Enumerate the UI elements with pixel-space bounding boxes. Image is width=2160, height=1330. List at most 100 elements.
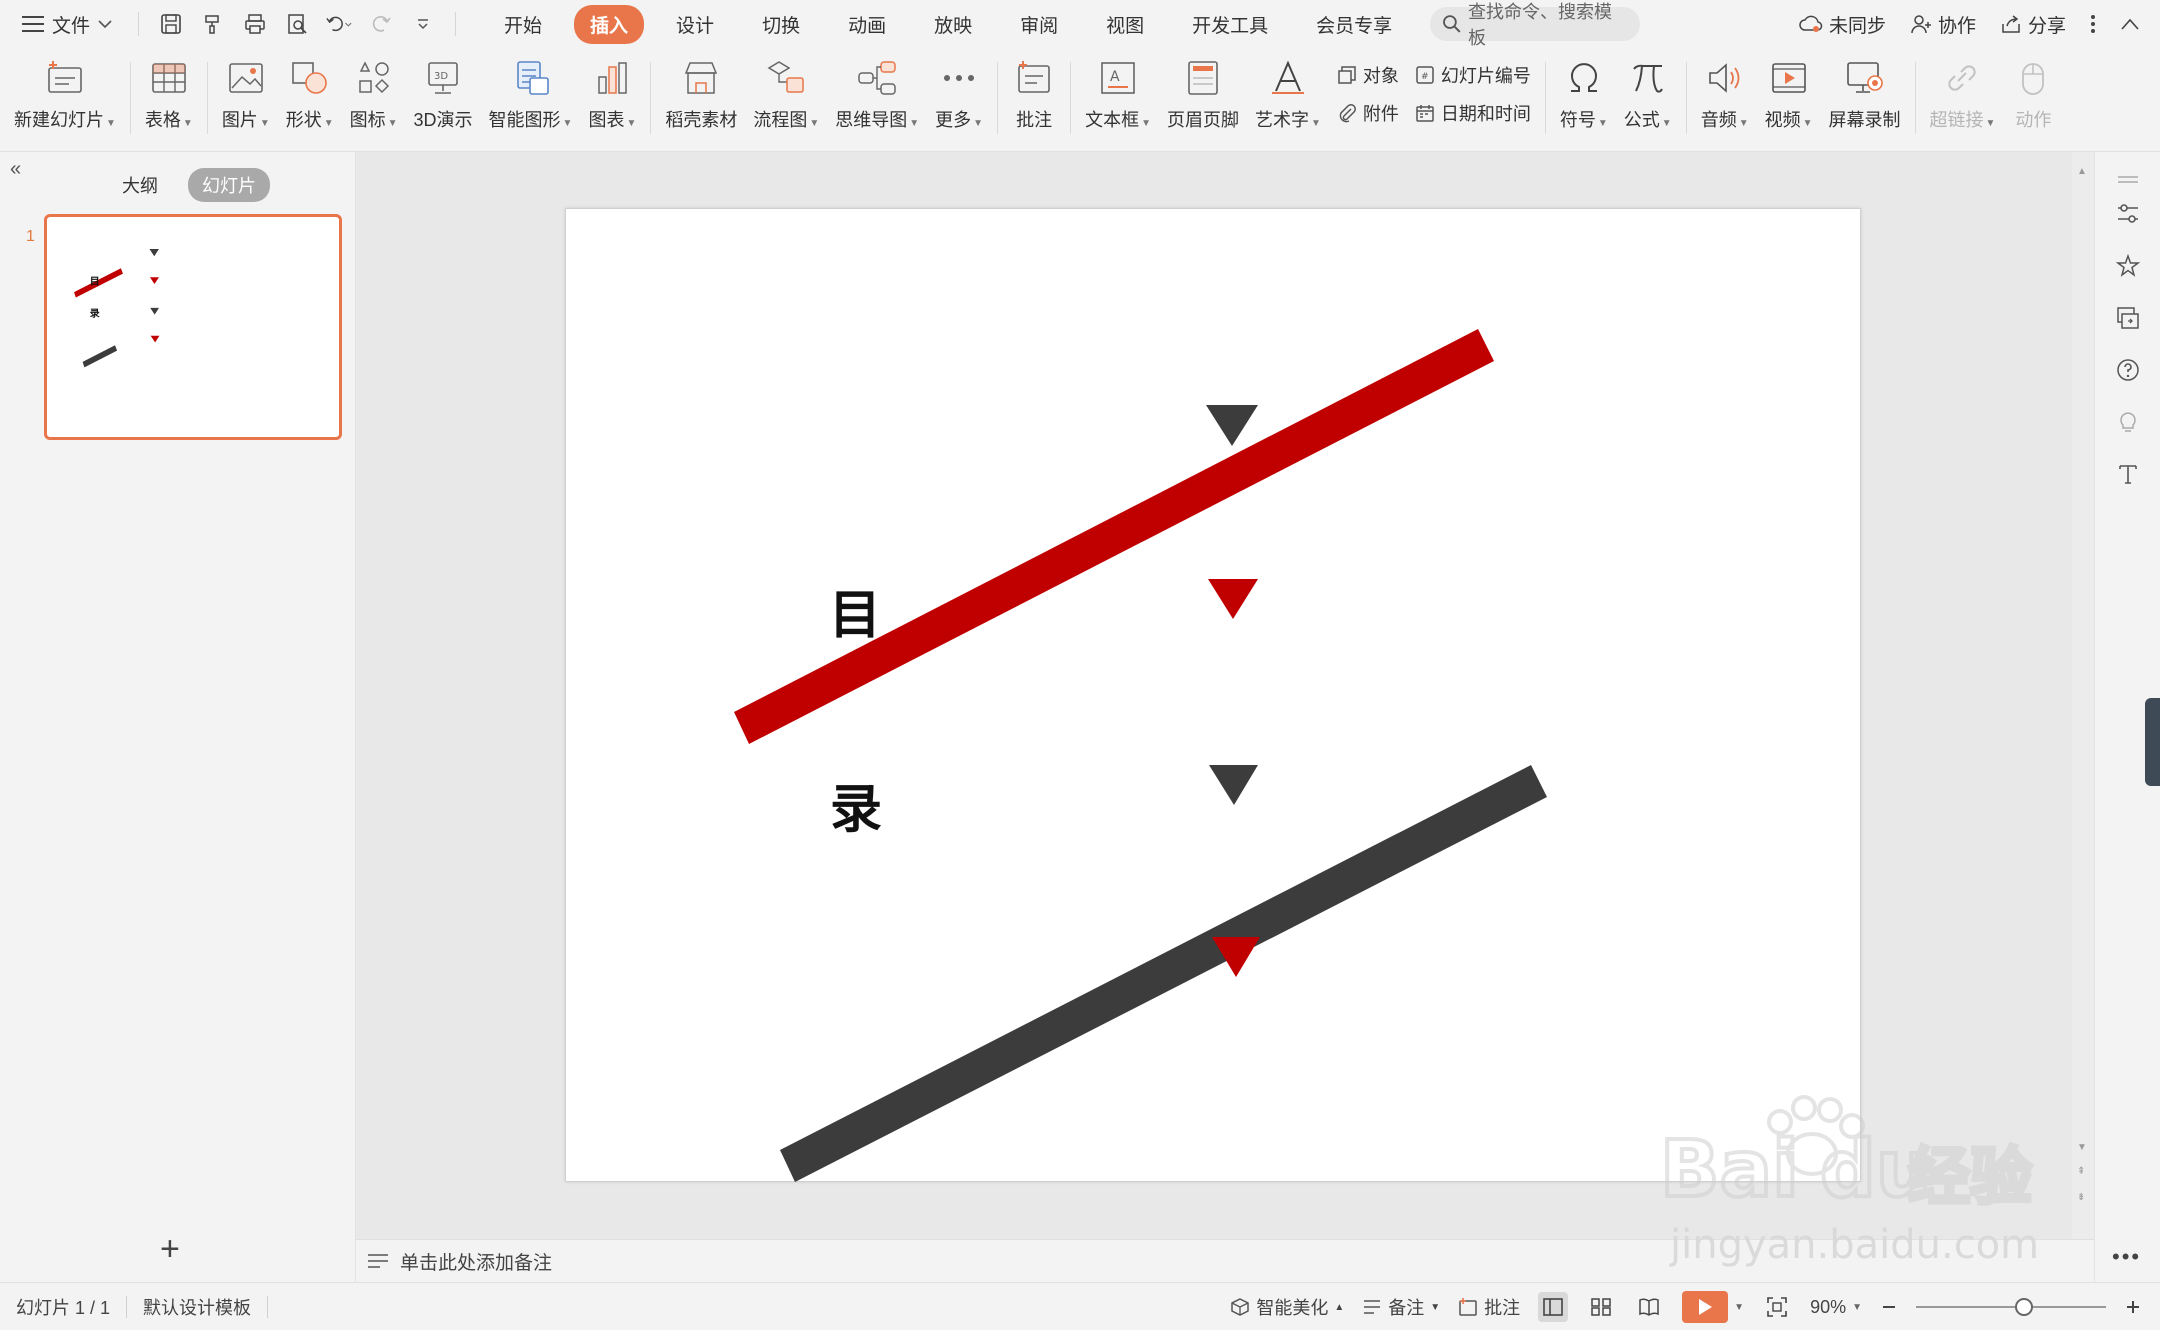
symbol-button[interactable]: 符号 ▼ <box>1552 56 1616 144</box>
customize-toolbar-icon[interactable] <box>409 10 437 38</box>
properties-icon[interactable] <box>2114 200 2142 228</box>
tab-developer[interactable]: 开发工具 <box>1176 5 1284 44</box>
add-slide-icon[interactable]: + <box>160 1232 180 1266</box>
collapse-ribbon-icon[interactable] <box>2120 17 2140 31</box>
save-icon[interactable] <box>157 10 185 38</box>
tab-member[interactable]: 会员专享 <box>1300 5 1408 44</box>
reading-view-button[interactable] <box>1634 1292 1664 1322</box>
share-button[interactable]: 分享 <box>2000 11 2066 38</box>
action-button[interactable]: 动作 <box>2003 56 2063 144</box>
zoom-level-dropdown[interactable]: 90% ▼ <box>1810 1297 1862 1318</box>
triangle-dark-2[interactable] <box>1209 765 1258 805</box>
tab-home[interactable]: 开始 <box>488 5 558 44</box>
tab-insert[interactable]: 插入 <box>574 4 645 44</box>
notes-toggle-button[interactable]: 备注 ▼ <box>1362 1294 1440 1320</box>
red-diagonal-bar[interactable] <box>734 329 1494 744</box>
new-slide-icon <box>48 61 82 93</box>
quick-access-toolbar <box>147 10 447 38</box>
screen-record-button[interactable]: 屏幕录制 <box>1821 56 1909 144</box>
attachment-label: 附件 <box>1362 104 1399 124</box>
undo-icon[interactable] <box>325 10 353 38</box>
prev-slide-icon[interactable]: ⇞ <box>2077 1166 2085 1177</box>
shape-button[interactable]: 形状 ▼ <box>278 56 342 144</box>
tab-animations[interactable]: 动画 <box>832 5 902 44</box>
print-icon[interactable] <box>241 10 269 38</box>
char-mu[interactable]: 目 <box>829 586 881 646</box>
notes-pane[interactable]: 单击此处添加备注 <box>356 1239 2094 1282</box>
zoom-in-button[interactable] <box>2124 1298 2142 1316</box>
help-icon[interactable] <box>2114 356 2142 384</box>
animation-star-icon[interactable] <box>2114 252 2142 280</box>
slideshow-play-button[interactable]: ▼ <box>1682 1291 1744 1323</box>
mindmap-button[interactable]: 思维导图 ▼ <box>827 56 927 144</box>
triangle-red-1[interactable] <box>1208 579 1258 619</box>
smart-graphic-icon <box>516 61 549 95</box>
redo-icon[interactable] <box>367 10 395 38</box>
header-footer-button[interactable]: 页眉页脚 <box>1159 56 1247 144</box>
side-panel-handle[interactable] <box>2145 698 2160 786</box>
slide-number-icon: # <box>1416 66 1434 84</box>
format-painter-icon[interactable] <box>199 10 227 38</box>
chart-button[interactable]: 图表 ▼ <box>580 56 644 144</box>
new-slide-button[interactable]: 新建幻灯片 ▼ <box>6 56 124 144</box>
zoom-out-button[interactable] <box>1880 1298 1898 1316</box>
sidebar-more-icon[interactable]: ••• <box>2112 1244 2141 1270</box>
picture-button[interactable]: 图片 ▼ <box>214 56 278 144</box>
zoom-slider-handle[interactable] <box>2015 1298 2034 1316</box>
object-button[interactable]: 对象 <box>1337 62 1399 88</box>
scroll-down-icon[interactable]: ▼ <box>2077 1142 2087 1153</box>
file-menu[interactable]: 文件 <box>0 0 130 48</box>
material-button[interactable]: 稻壳素材 <box>657 56 745 144</box>
command-search[interactable]: 查找命令、搜索模板 <box>1430 2 1641 48</box>
slide-canvas[interactable]: 目 录 <box>565 208 1861 1182</box>
datetime-button[interactable]: 日期和时间 <box>1415 100 1531 126</box>
lightbulb-icon[interactable] <box>2114 408 2142 436</box>
transition-icon[interactable] <box>2114 304 2142 332</box>
video-button[interactable]: 视频 ▼ <box>1757 56 1821 144</box>
tab-slides[interactable]: 幻灯片 <box>188 168 270 202</box>
tab-review[interactable]: 审阅 <box>1004 5 1074 44</box>
fit-window-button[interactable] <box>1762 1292 1792 1322</box>
dark-diagonal-bar[interactable] <box>780 765 1547 1182</box>
smart-graphic-button[interactable]: 智能图形 ▼ <box>481 56 581 144</box>
hyperlink-button[interactable]: 超链接 ▼ <box>1922 56 2004 144</box>
normal-view-button[interactable] <box>1538 1292 1569 1322</box>
tab-slideshow[interactable]: 放映 <box>918 5 988 44</box>
slide-thumbnail[interactable]: 目 录 <box>44 214 342 440</box>
sync-status[interactable]: 未同步 <box>1799 11 1886 38</box>
table-button[interactable]: 表格 ▼ <box>137 56 201 144</box>
scroll-up-icon[interactable]: ▲ <box>2077 166 2087 177</box>
wordart-button[interactable]: 艺术字 ▼ <box>1247 56 1329 144</box>
collaborate-button[interactable]: 协作 <box>1910 11 1976 38</box>
header-footer-label: 页眉页脚 <box>1166 110 1239 130</box>
zoom-slider[interactable] <box>1916 1298 2106 1316</box>
tab-design[interactable]: 设计 <box>660 5 730 44</box>
smart-beautify-button[interactable]: 智能美化 ▲ <box>1230 1294 1344 1320</box>
slide-sorter-button[interactable] <box>1586 1292 1616 1322</box>
more-menu-icon[interactable] <box>2090 14 2096 34</box>
3d-presentation-button[interactable]: 3D 3D演示 <box>406 56 481 144</box>
tab-transitions[interactable]: 切换 <box>746 5 816 44</box>
sidebar-drag-icon[interactable] <box>2114 166 2142 194</box>
print-preview-icon[interactable] <box>283 10 311 38</box>
triangle-dark-1[interactable] <box>1206 405 1258 446</box>
formula-button[interactable]: 公式 ▼ <box>1616 56 1680 144</box>
tab-outline[interactable]: 大纲 <box>108 168 172 202</box>
vertical-scrollbar[interactable]: ▲ ▼ ⇞ ⇟ <box>2072 152 2094 1239</box>
more-button[interactable]: 更多 ▼ <box>927 56 991 144</box>
attachment-button[interactable]: 附件 <box>1337 100 1399 126</box>
thumb-dark-bar <box>82 345 118 368</box>
comment-button[interactable]: 批注 <box>1004 56 1064 144</box>
char-lu[interactable]: 录 <box>830 780 882 840</box>
template-name[interactable]: 默认设计模板 <box>143 1294 251 1320</box>
audio-button[interactable]: 音频 ▼ <box>1693 56 1757 144</box>
text-format-icon[interactable] <box>2114 460 2142 488</box>
mindmap-label: 思维导图 <box>835 110 908 130</box>
textbox-button[interactable]: A 文本框 ▼ <box>1077 56 1159 144</box>
flowchart-button[interactable]: 流程图 ▼ <box>745 56 827 144</box>
next-slide-icon[interactable]: ⇟ <box>2077 1192 2085 1203</box>
tab-view[interactable]: 视图 <box>1090 5 1160 44</box>
comments-toggle-button[interactable]: 批注 <box>1458 1294 1520 1320</box>
slide-number-button[interactable]: # 幻灯片编号 <box>1415 62 1531 88</box>
icon-button[interactable]: 图标 ▼ <box>342 56 406 144</box>
